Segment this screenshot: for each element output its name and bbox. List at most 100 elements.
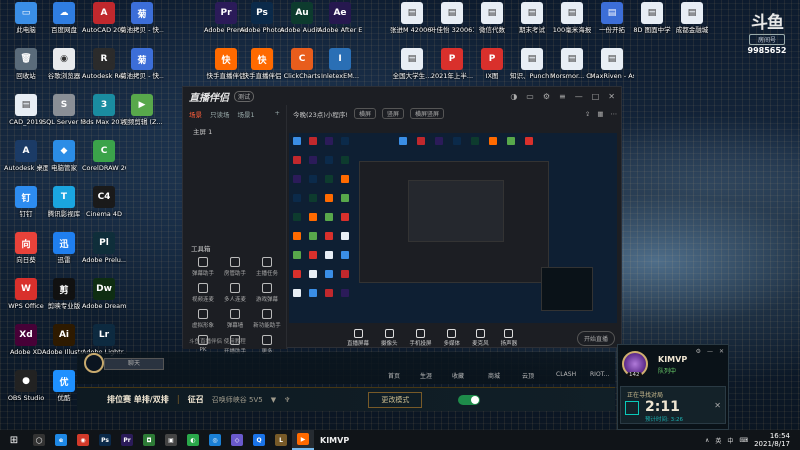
app-titlebar[interactable]: 直播伴侣 测试 ◑ ▭ ⚙ ≡ — □ ✕ [183,87,621,105]
desktop-icon[interactable]: ▤ 8D 图面中学 [630,2,674,34]
taskbar-app[interactable]: L [270,430,292,450]
lol-nav-item[interactable]: RIOT... [590,371,609,378]
lol-nav-item[interactable]: 云顶 [522,371,534,380]
change-mode-button[interactable]: 更改模式 [368,391,423,408]
tool-item[interactable]: 游戏弹幕 [251,283,283,303]
desktop-icon[interactable]: C4 Cinema 4D [82,186,126,218]
taskbar-app[interactable]: Pr [116,430,138,450]
desktop-icon[interactable]: ◆ 电脑管家 [42,140,86,172]
footer-tool[interactable]: 手机投屏 [410,329,432,347]
lol-logo-icon[interactable] [84,353,104,373]
desktop-icon[interactable]: ▤ 微信代数 [470,2,514,34]
avatar-icon[interactable]: ◑ [510,92,517,101]
desktop-icon[interactable]: ▤ 成都金融城 [670,2,714,34]
menu-icon[interactable]: ≡ [559,92,566,101]
desktop-icon[interactable]: 菊菊池拷贝 - 快... [120,48,164,80]
tool-item[interactable]: 主播任务 [251,257,283,277]
taskbar-app[interactable]: ◎ [204,430,226,450]
desktop-icon[interactable]: 快快手直播伴侣 [240,48,284,80]
add-scene-icon[interactable]: + [275,109,280,119]
taskbar-app[interactable]: ◉ [72,430,94,450]
tool-item[interactable]: 房管助手 [219,257,251,277]
desktop-icon[interactable]: Pl Adobe Prelu... [82,232,126,264]
taskbar-app[interactable]: ◯ [28,430,50,450]
tool-item[interactable]: 视频连麦 [187,283,219,303]
tool-item[interactable]: 虚拟形象 [187,309,219,329]
desktop-icon[interactable]: ▤ MaxRiven - Astronomi... [590,48,634,80]
tab-readonly[interactable]: 只读场 [210,109,230,119]
footer-tool[interactable]: 摄像头 [381,329,398,347]
footer-tool[interactable]: 扬声器 [501,329,517,347]
desktop-icon[interactable]: P 2021年上半... [430,48,474,80]
minimize-icon[interactable]: — [707,348,713,355]
desktop-icon[interactable]: Ae Adobe After Effects CC [318,2,362,34]
footer-tool[interactable]: 麦克风 [472,329,489,347]
taskbar-app[interactable]: ◘ [138,430,160,450]
tab-scene[interactable]: 场景 [189,109,202,119]
lol-nav-item[interactable]: 商城 [488,371,500,380]
tool-item[interactable]: 新功能助手 [251,309,283,329]
layout-icon[interactable]: ▦ [597,110,603,118]
taskbar-app[interactable]: e [50,430,72,450]
minimize-icon[interactable]: — [575,92,583,101]
desktop-icon[interactable]: 菊菊池拷贝 - 快... [120,2,164,34]
desktop-icon[interactable]: 剪剪映专业版 [42,278,86,310]
tray-expand-icon[interactable]: ∧ [705,437,709,444]
desktop-icon[interactable]: P IX图 [470,48,514,80]
desktop-icon[interactable]: 迅迅雷 [42,232,86,264]
desktop-icon[interactable]: ▤ 一份开拓 [590,2,634,34]
taskbar-app[interactable]: ▣ [160,430,182,450]
ime-lang[interactable]: 英 [715,436,721,445]
taskbar-app[interactable]: Q [248,430,270,450]
desktop-icon[interactable]: ▤ 100毫米海报 [550,2,594,34]
rank-icon[interactable]: ▼ [271,396,276,404]
desktop-icon[interactable]: ▤ 期末考试 [510,2,554,34]
maximize-icon[interactable]: □ [592,92,600,101]
sidebar-footer[interactable]: 斗鱼直播伴侣 使用教程 [189,337,246,345]
role-icon[interactable]: ♆ [284,396,290,404]
desktop-icon[interactable]: ▤ 叶佳怡 32006122 [430,2,474,34]
footer-tool[interactable]: 直播屏幕 [347,329,369,347]
desktop-icon[interactable]: Ps Adobe Photosh... [240,2,284,34]
taskbar-app[interactable]: ◇ [226,430,248,450]
desktop-icon[interactable]: ☁ 百度网盘 [42,2,86,34]
taskbar-app[interactable]: ▶ [292,430,314,450]
settings-icon[interactable]: ⚙ [696,348,701,355]
desktop-icon[interactable]: ◉ 谷歌浏览器 [42,48,86,80]
share-icon[interactable]: ⇪ [585,110,590,118]
portrait-pill[interactable]: 竖屏 [381,108,404,119]
close-icon[interactable]: ✕ [608,92,615,101]
tool-item[interactable]: 多人连麦 [219,283,251,303]
lol-nav-item[interactable]: 生涯 [420,371,432,380]
landscape-pill[interactable]: 横屏 [353,108,376,119]
desktop-icon[interactable]: Dw Adobe Dreamwe... [82,278,126,310]
toggle-switch[interactable] [458,394,481,405]
desktop-icon[interactable]: I InletexEM... [318,48,362,80]
desktop-icon[interactable]: T 腾讯影视库 [42,186,86,218]
start-button[interactable]: ⊞ [0,435,28,446]
lol-nav-item[interactable]: 收藏 [452,371,464,380]
preview-screen[interactable] [289,133,617,323]
tool-item[interactable]: 弹幕墙 [219,309,251,329]
keyboard-icon[interactable]: ⌨ [739,437,748,444]
tool-item[interactable]: 弹幕助手 [187,257,219,277]
desktop-icon[interactable]: ▶ 视频剪辑 (Z... [120,94,164,126]
desktop-icon[interactable]: ▤ 知识、Punch Home ... [510,48,554,80]
desktop-icon[interactable]: C CorelDRAW 2020 (64-... [82,140,126,172]
ime-mode[interactable]: 中 [727,436,733,445]
desktop-icon[interactable]: ▤ 张进M 42006017 [390,2,434,34]
desktop-icon[interactable]: ▤ 全国大学生... [390,48,434,80]
lol-nav-item[interactable]: CLASH [556,371,576,378]
footer-tool[interactable]: 多媒体 [444,329,460,347]
taskbar-app[interactable]: Ps [94,430,116,450]
clock[interactable]: 16:54 2021/8/17 [754,432,790,448]
lol-nav-item[interactable]: 首页 [388,371,400,380]
desktop-icon[interactable]: ▤ Morsmor... Crazy D... [550,48,594,80]
more-icon[interactable]: ⋯ [611,110,618,118]
scene-item[interactable]: 主屏 1 [183,123,286,139]
start-live-button[interactable]: 开始直播 [576,331,615,346]
taskbar-app[interactable]: ◐ [182,430,204,450]
desktop-icon[interactable]: S SQL Server Managem... [42,94,86,126]
skin-icon[interactable]: ▭ [526,92,534,101]
cancel-queue-icon[interactable]: ✕ [714,401,721,410]
